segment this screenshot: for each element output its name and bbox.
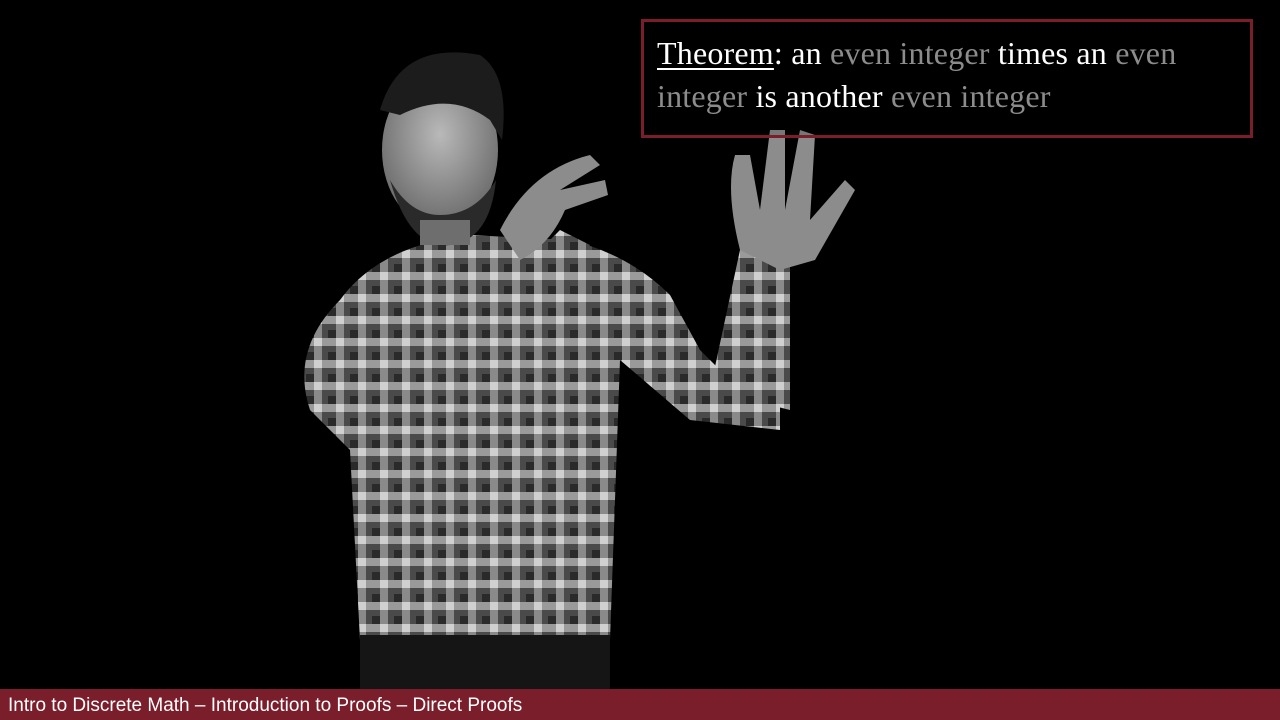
theorem-box: Theorem: an even integer times an even i… [641, 19, 1253, 138]
theorem-term: even integer [830, 35, 990, 71]
theorem-term: even integer [890, 78, 1051, 114]
theorem-part: an [783, 35, 831, 71]
theorem-statement: Theorem: an even integer times an even i… [657, 32, 1247, 118]
course-caption: Intro to Discrete Math – Introduction to… [8, 695, 523, 716]
theorem-part: is another [747, 78, 891, 114]
theorem-label: Theorem [657, 35, 774, 71]
video-frame: Theorem: an even integer times an even i… [0, 0, 1280, 720]
theorem-part: times an [989, 35, 1116, 71]
theorem-colon: : [773, 35, 783, 71]
caption-bar: Intro to Discrete Math – Introduction to… [0, 689, 1280, 720]
